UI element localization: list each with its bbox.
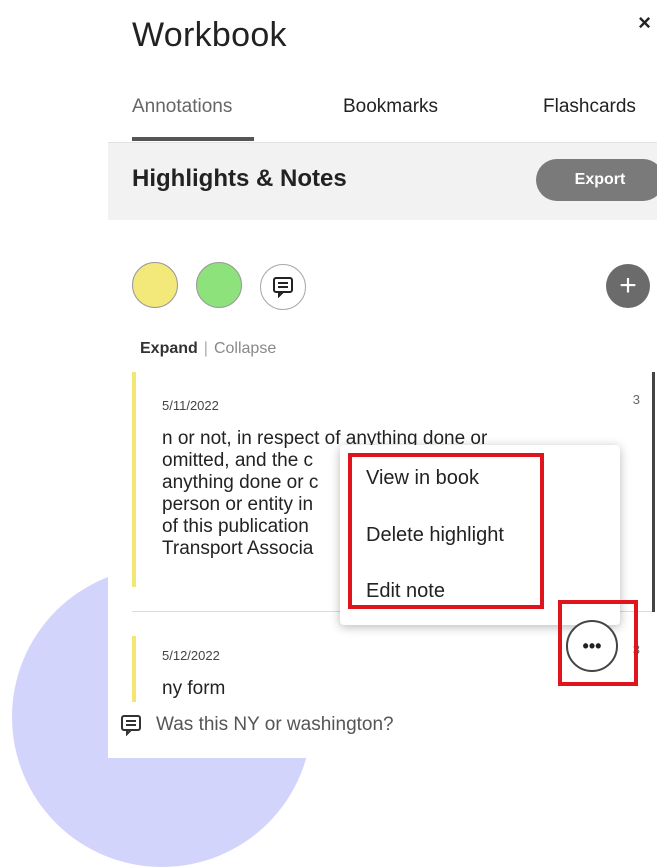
tab-flashcards[interactable]: Flashcards bbox=[543, 96, 636, 118]
expand-link[interactable]: Expand bbox=[140, 340, 198, 357]
toggle-separator: | bbox=[203, 340, 208, 357]
workbook-panel: Workbook × Annotations Bookmarks Flashca… bbox=[108, 0, 657, 758]
highlight-color-bar bbox=[132, 636, 136, 702]
menu-highlight-box bbox=[348, 453, 544, 609]
tab-bookmarks[interactable]: Bookmarks bbox=[343, 96, 438, 118]
highlight-entry[interactable]: 5/12/2022 3 ny form bbox=[132, 636, 640, 706]
export-button[interactable]: Export bbox=[536, 159, 657, 201]
entry-count: 3 bbox=[632, 392, 640, 407]
note-icon bbox=[273, 277, 293, 298]
note-icon bbox=[121, 715, 141, 736]
expand-collapse-toggle: Expand | Collapse bbox=[140, 340, 276, 358]
close-icon[interactable]: × bbox=[638, 10, 651, 36]
scrollbar[interactable] bbox=[652, 372, 655, 612]
highlight-color-bar bbox=[132, 372, 136, 587]
context-menu: View in book Delete highlight Edit note bbox=[340, 445, 620, 625]
highlights-header: Highlights & Notes Export bbox=[108, 143, 657, 220]
yellow-filter-swatch[interactable] bbox=[132, 262, 178, 308]
tab-annotations[interactable]: Annotations bbox=[132, 96, 232, 118]
tab-bar: Annotations Bookmarks Flashcards bbox=[108, 90, 657, 143]
green-filter-swatch[interactable] bbox=[196, 262, 242, 308]
entry-text: ny form bbox=[162, 678, 226, 699]
more-options-button[interactable]: ••• bbox=[566, 620, 618, 672]
note-text: Was this NY or washington? bbox=[156, 714, 394, 735]
collapse-link[interactable]: Collapse bbox=[214, 340, 276, 357]
panel-title: Workbook bbox=[132, 16, 287, 54]
entry-note: Was this NY or washington? bbox=[120, 714, 394, 736]
note-filter-button[interactable] bbox=[260, 264, 306, 310]
entry-date: 5/11/2022 bbox=[162, 398, 219, 413]
entry-date: 5/12/2022 bbox=[162, 648, 220, 663]
section-title: Highlights & Notes bbox=[132, 165, 347, 192]
add-button[interactable]: + bbox=[606, 264, 650, 308]
active-tab-indicator bbox=[132, 137, 254, 141]
